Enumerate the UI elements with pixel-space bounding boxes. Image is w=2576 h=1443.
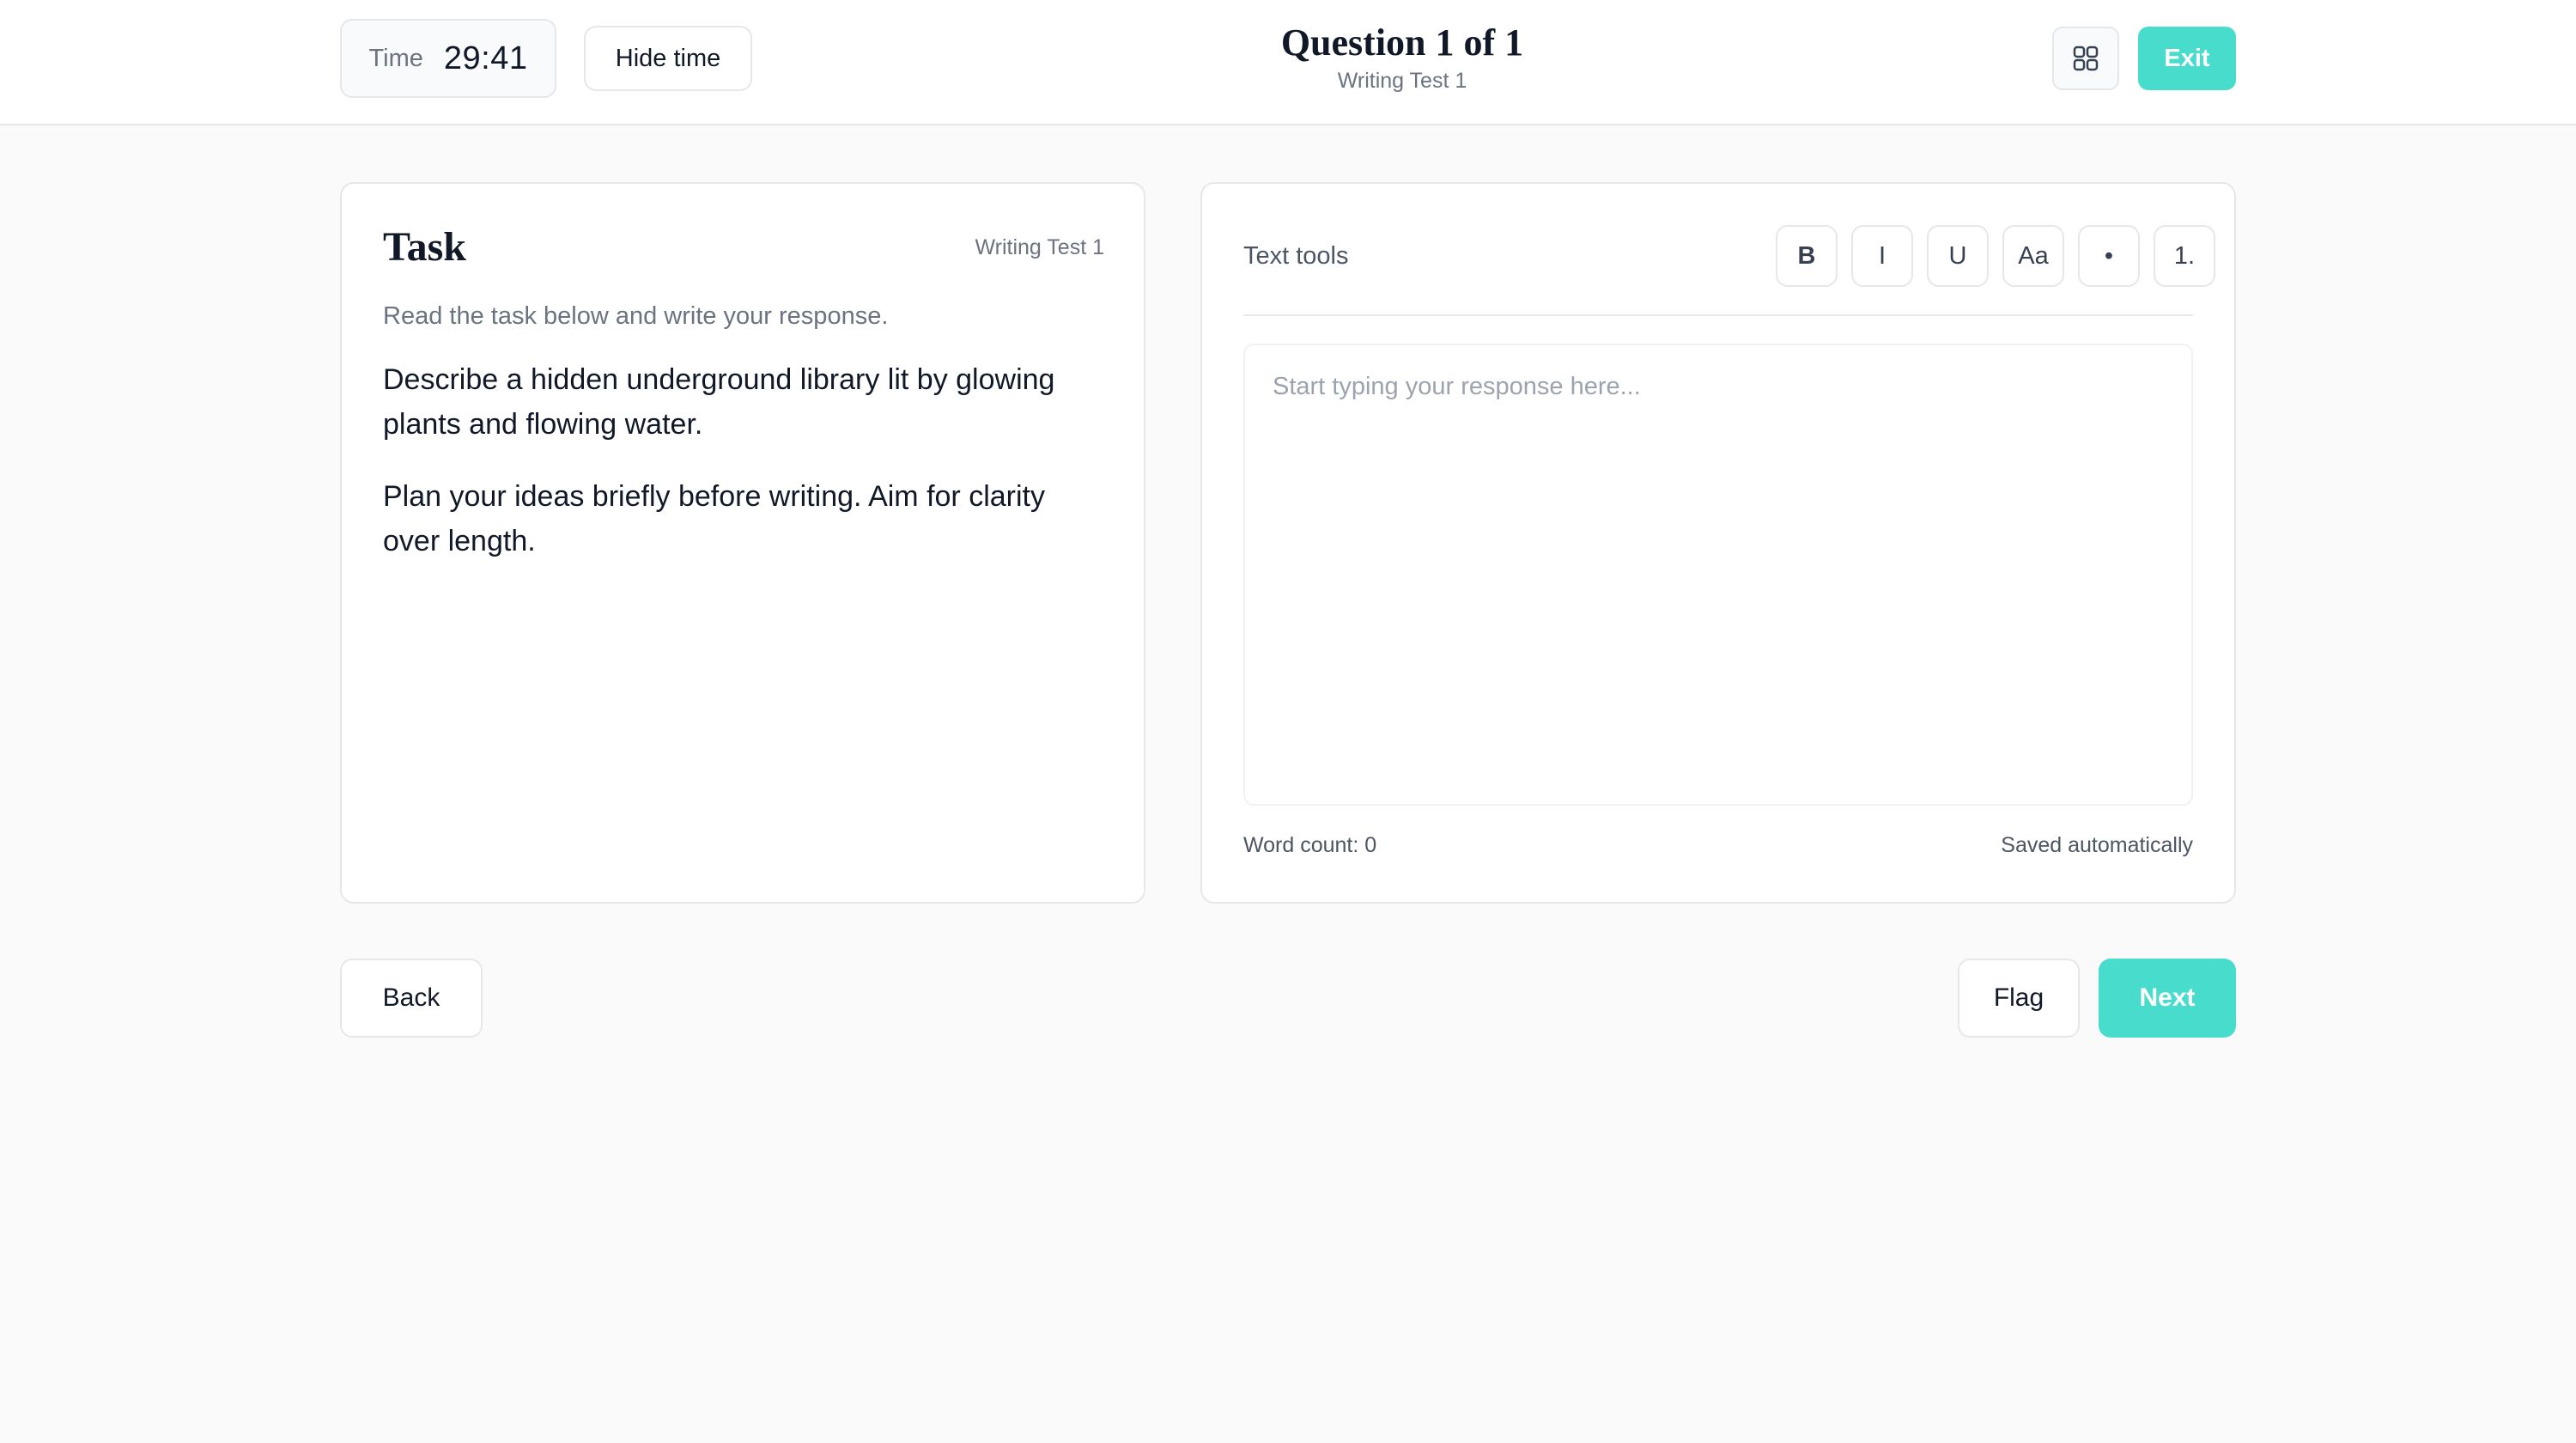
response-input[interactable] [1243, 344, 2193, 806]
numbered-list-button[interactable]: 1. [2154, 225, 2215, 287]
timer: Time 29:41 [340, 19, 556, 98]
font-size-button[interactable]: Aa [2002, 225, 2064, 287]
flag-button[interactable]: Flag [1958, 959, 2080, 1038]
back-button[interactable]: Back [340, 959, 483, 1038]
task-title: Task [383, 224, 466, 270]
grid-icon [2073, 46, 2099, 71]
timer-label: Time [368, 44, 423, 72]
word-count: Word count: 0 [1243, 833, 1377, 857]
italic-button[interactable]: I [1851, 225, 1913, 287]
bullet-list-button[interactable]: • [2078, 225, 2140, 287]
task-test-name: Writing Test 1 [975, 235, 1104, 259]
bold-button[interactable]: B [1776, 225, 1838, 287]
text-tools-label: Text tools [1243, 242, 1349, 270]
question-title: Question 1 of 1 [1280, 21, 1524, 64]
toolbar-divider [1243, 314, 2193, 316]
task-instruction: Read the task below and write your respo… [383, 302, 889, 330]
exit-button[interactable]: Exit [2138, 27, 2236, 90]
task-panel: Task Writing Test 1 Read the task below … [340, 182, 1145, 904]
save-status: Saved automatically [2001, 833, 2193, 857]
task-paragraph: Describe a hidden underground library li… [383, 363, 1055, 441]
test-name: Writing Test 1 [1337, 69, 1467, 93]
question-grid-button[interactable] [2052, 27, 2119, 90]
top-header: Time 29:41 Hide time Question 1 of 1 Wri… [0, 0, 2576, 125]
task-prompt: Describe a hidden underground library li… [383, 357, 1104, 591]
response-panel: Text tools B I U Aa • 1. Word count: 0 S… [1200, 182, 2236, 904]
timer-value: 29:41 [443, 40, 528, 76]
underline-button[interactable]: U [1927, 225, 1989, 287]
hide-time-button[interactable]: Hide time [584, 26, 752, 91]
next-button[interactable]: Next [2099, 959, 2236, 1038]
task-paragraph: Plan your ideas briefly before writing. … [383, 480, 1045, 557]
